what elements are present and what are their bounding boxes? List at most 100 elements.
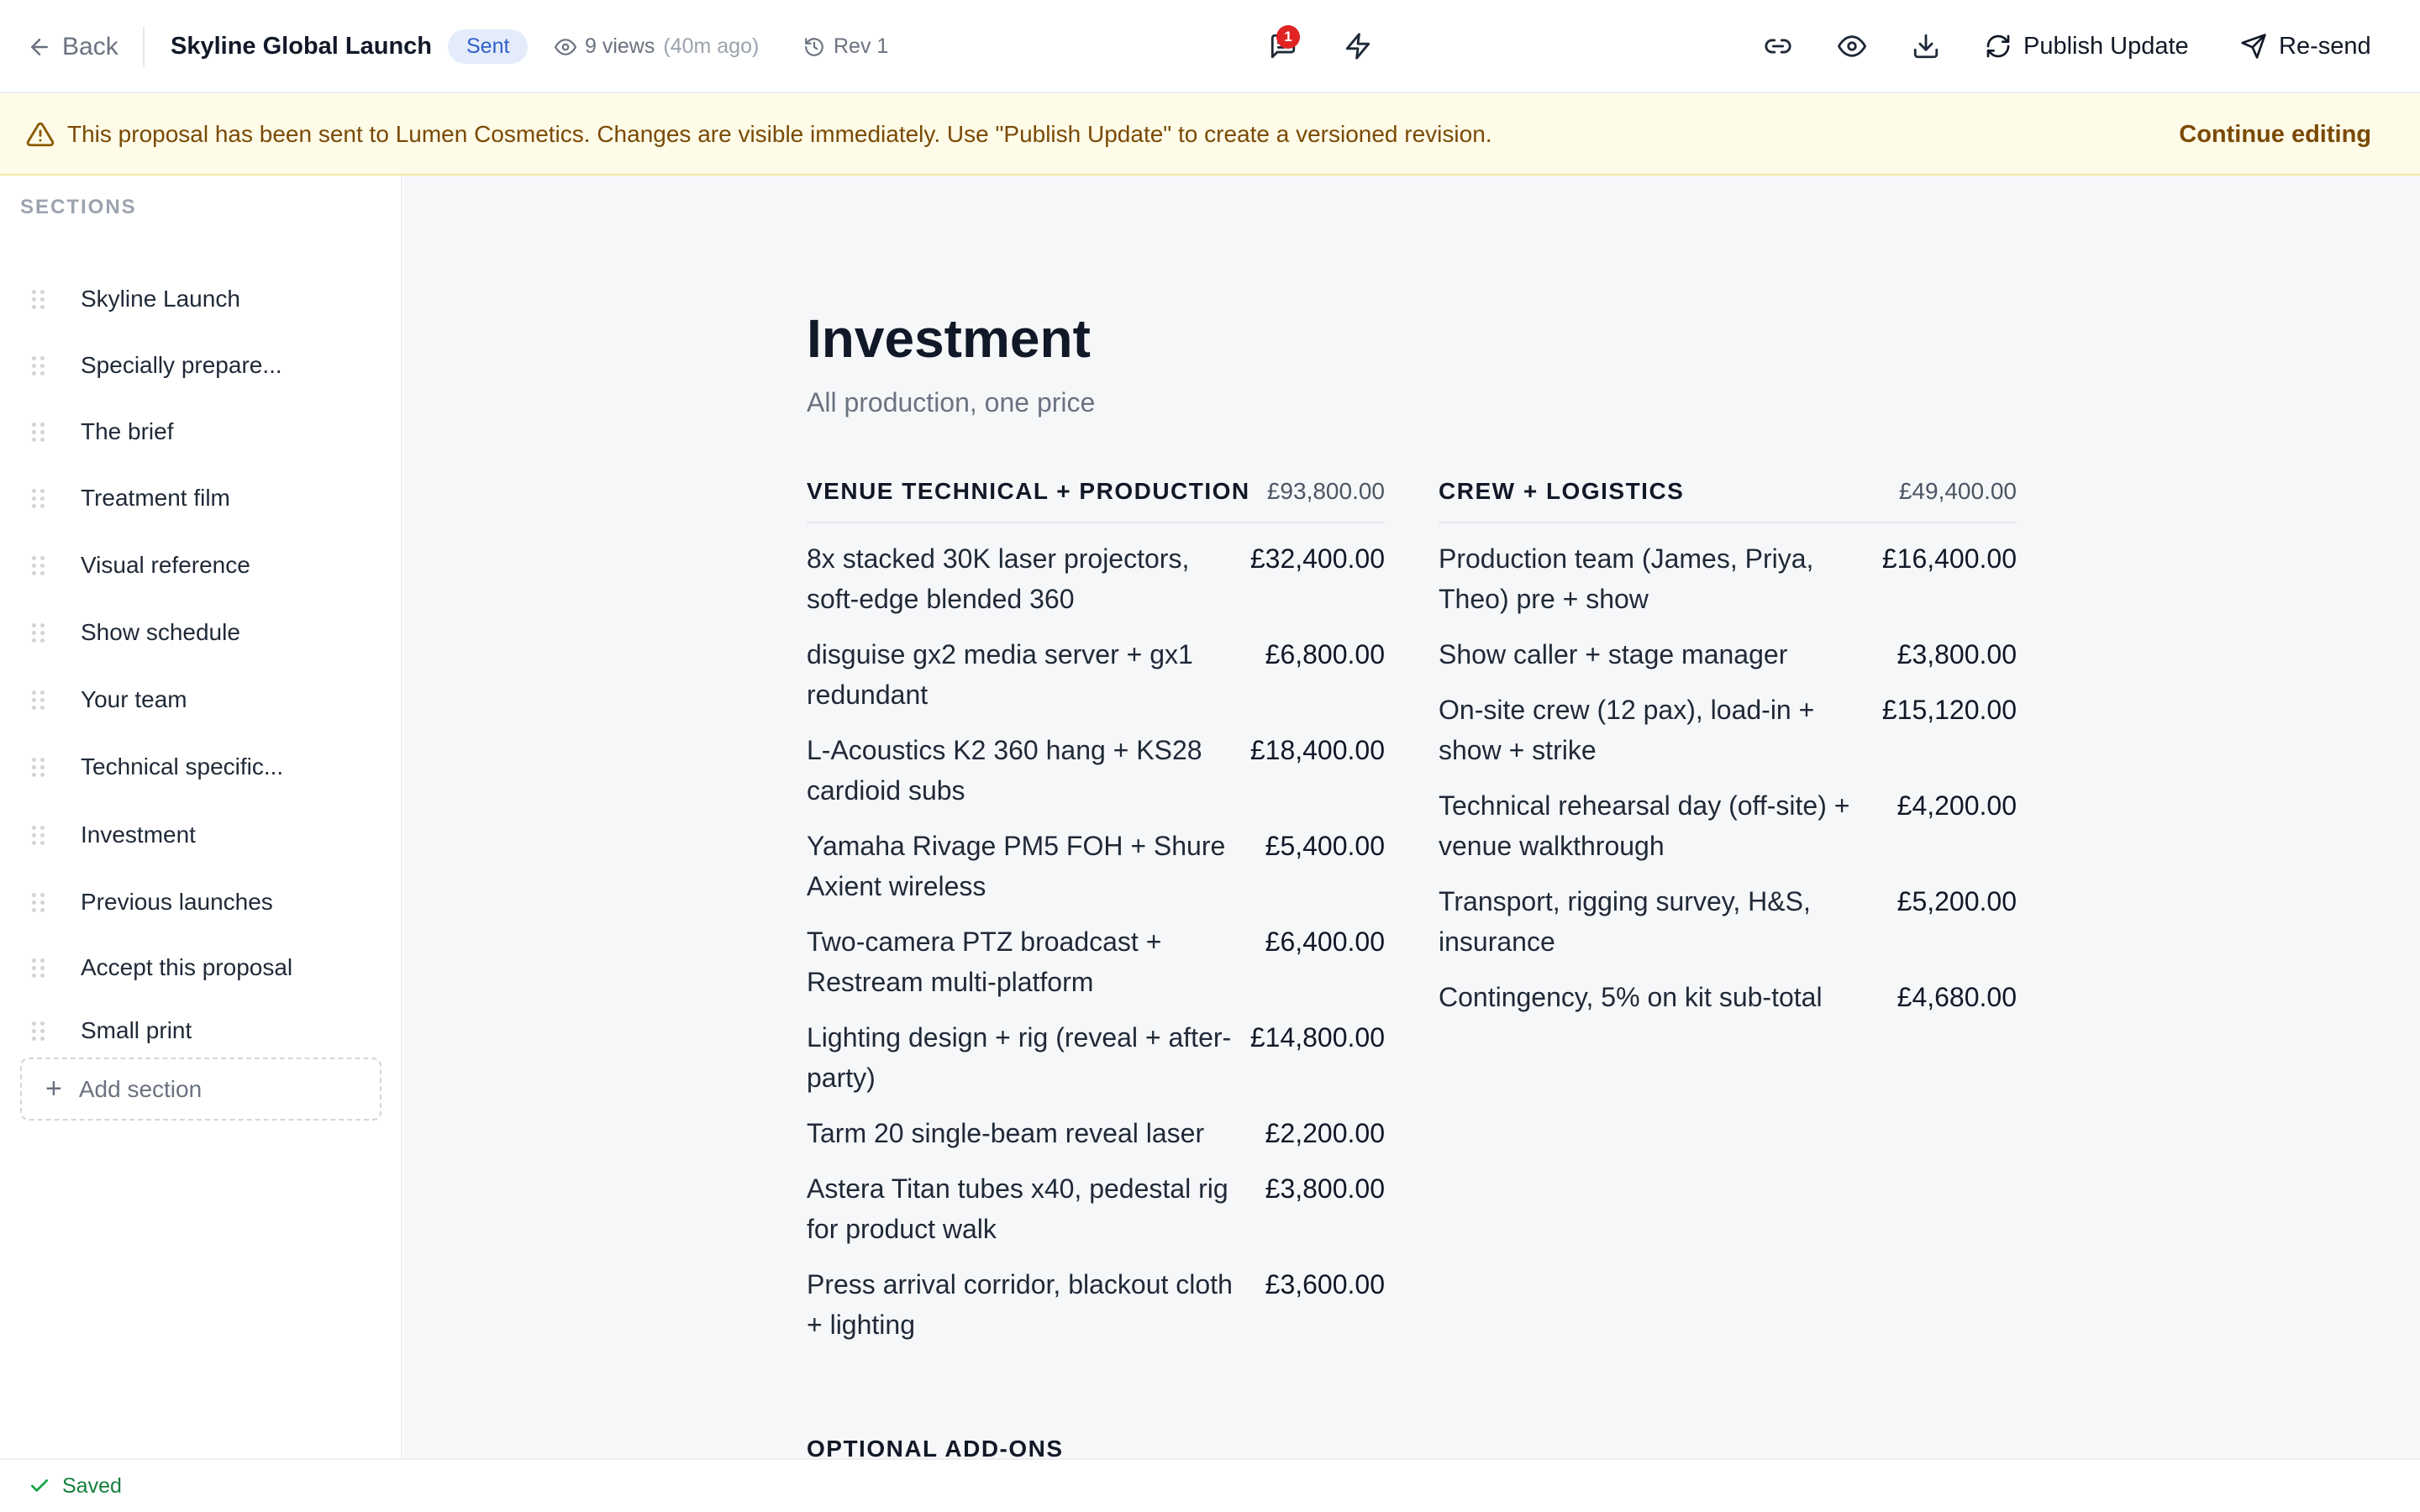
line-item[interactable]: Yamaha Rivage PM5 FOH + Shure Axient wir… [807, 826, 1385, 906]
drag-handle-icon[interactable] [32, 488, 52, 508]
line-item[interactable]: On-site crew (12 pax), load-in + show + … [1439, 690, 2017, 770]
resend-label: Re-send [2279, 32, 2371, 60]
pricing-group-name[interactable]: CREW + LOGISTICS [1439, 478, 1684, 505]
section-subtitle[interactable]: All production, one price [807, 387, 1095, 418]
sidebar-item-label: Accept this proposal [81, 954, 293, 980]
pricing-group-crew: CREW + LOGISTICS £49,400.00 Production t… [1439, 478, 2017, 1017]
continue-editing-button[interactable]: Continue editing [2179, 93, 2371, 176]
back-label: Back [62, 32, 118, 60]
line-item[interactable]: Production team (James, Priya, Theo) pre… [1439, 538, 2017, 619]
sidebar-item-label: Specially prepare... [81, 352, 282, 378]
line-item[interactable]: disguise gx2 media server + gx1 redundan… [807, 634, 1385, 715]
drag-handle-icon[interactable] [32, 757, 52, 777]
line-item-amount[interactable]: £2,200.00 [1265, 1113, 1385, 1153]
line-item[interactable]: Two-camera PTZ broadcast + Restream mult… [807, 921, 1385, 1002]
line-item[interactable]: 8x stacked 30K laser projectors, soft-ed… [807, 538, 1385, 619]
line-item-amount[interactable]: £3,600.00 [1265, 1264, 1385, 1345]
drag-handle-icon[interactable] [32, 422, 52, 442]
line-item-amount[interactable]: £3,800.00 [1265, 1168, 1385, 1249]
sidebar-item-label: Small print [81, 1017, 192, 1043]
sidebar-item-accept-proposal[interactable]: Accept this proposal [20, 942, 381, 993]
back-button[interactable]: Back [27, 0, 118, 93]
line-item-description[interactable]: 8x stacked 30K laser projectors, soft-ed… [807, 538, 1235, 619]
drag-handle-icon[interactable] [32, 958, 52, 978]
line-item-amount[interactable]: £6,800.00 [1265, 634, 1385, 715]
sidebar-item-visual-reference[interactable]: Visual reference [20, 540, 381, 591]
line-item-amount[interactable]: £18,400.00 [1250, 730, 1385, 811]
sidebar-item-skyline-launch[interactable]: Skyline Launch [20, 274, 381, 324]
drag-handle-icon[interactable] [32, 1021, 52, 1041]
drag-handle-icon[interactable] [32, 289, 52, 309]
copy-link-button[interactable] [1760, 28, 1797, 65]
line-item[interactable]: Press arrival corridor, blackout cloth +… [807, 1264, 1385, 1345]
sidebar-item-show-schedule[interactable]: Show schedule [20, 607, 381, 658]
line-item-description[interactable]: Press arrival corridor, blackout cloth +… [807, 1264, 1235, 1345]
line-item-description[interactable]: On-site crew (12 pax), load-in + show + … [1439, 690, 1867, 770]
download-button[interactable] [1907, 28, 1944, 65]
optional-addons-heading[interactable]: OPTIONAL ADD-ONS [807, 1436, 1064, 1458]
line-item-description[interactable]: Technical rehearsal day (off-site) + ven… [1439, 785, 1867, 866]
section-title[interactable]: Investment [807, 307, 1091, 370]
sidebar-item-label: Previous launches [81, 889, 273, 915]
line-item-description[interactable]: Yamaha Rivage PM5 FOH + Shure Axient wir… [807, 826, 1235, 906]
sidebar-item-your-team[interactable]: Your team [20, 675, 381, 725]
sidebar-item-specially-prepared[interactable]: Specially prepare... [20, 340, 381, 391]
pricing-group-header: CREW + LOGISTICS £49,400.00 [1439, 478, 2017, 523]
drag-handle-icon[interactable] [32, 690, 52, 710]
line-item[interactable]: Transport, rigging survey, H&S, insuranc… [1439, 881, 2017, 962]
pricing-group-total: £93,800.00 [1266, 478, 1385, 504]
line-item-description[interactable]: Show caller + stage manager [1439, 634, 1867, 675]
line-item-description[interactable]: Contingency, 5% on kit sub-total [1439, 977, 1867, 1017]
automation-button[interactable] [1339, 28, 1376, 65]
drag-handle-icon[interactable] [32, 555, 52, 575]
line-item-description[interactable]: Production team (James, Priya, Theo) pre… [1439, 538, 1867, 619]
line-item-amount[interactable]: £5,200.00 [1897, 881, 2017, 962]
proposal-canvas: Investment All production, one price VEN… [404, 176, 2420, 1458]
line-item[interactable]: Tarm 20 single-beam reveal laser £2,200.… [807, 1113, 1385, 1153]
line-item-description[interactable]: Transport, rigging survey, H&S, insuranc… [1439, 881, 1867, 962]
line-item-amount[interactable]: £16,400.00 [1882, 538, 2017, 619]
sidebar-item-the-brief[interactable]: The brief [20, 407, 381, 457]
sidebar-item-label: Your team [81, 686, 187, 712]
line-item[interactable]: Show caller + stage manager £3,800.00 [1439, 634, 2017, 675]
line-item-amount[interactable]: £14,800.00 [1250, 1017, 1385, 1098]
drag-handle-icon[interactable] [32, 355, 52, 375]
line-item-amount[interactable]: £4,200.00 [1897, 785, 2017, 866]
add-section-button[interactable]: + Add section [20, 1058, 381, 1121]
pricing-group-total: £49,400.00 [1898, 478, 2017, 504]
resend-button[interactable]: Re-send [2240, 28, 2371, 65]
line-item[interactable]: Technical rehearsal day (off-site) + ven… [1439, 785, 2017, 866]
line-item-description[interactable]: Two-camera PTZ broadcast + Restream mult… [807, 921, 1235, 1002]
sidebar-item-investment[interactable]: Investment [20, 810, 381, 860]
line-item-amount[interactable]: £3,800.00 [1897, 634, 2017, 675]
line-item[interactable]: Lighting design + rig (reveal + after-pa… [807, 1017, 1385, 1098]
sidebar-item-previous-launches[interactable]: Previous launches [20, 877, 381, 927]
drag-handle-icon[interactable] [32, 622, 52, 643]
line-item-amount[interactable]: £15,120.00 [1882, 690, 2017, 770]
line-item-description[interactable]: L-Acoustics K2 360 hang + KS28 cardioid … [807, 730, 1235, 811]
line-item-description[interactable]: Tarm 20 single-beam reveal laser [807, 1113, 1235, 1153]
drag-handle-icon[interactable] [32, 825, 52, 845]
line-item-description[interactable]: Astera Titan tubes x40, pedestal rig for… [807, 1168, 1235, 1249]
line-item[interactable]: Astera Titan tubes x40, pedestal rig for… [807, 1168, 1385, 1249]
drag-handle-icon[interactable] [32, 892, 52, 912]
line-item-amount[interactable]: £4,680.00 [1897, 977, 2017, 1017]
line-item-amount[interactable]: £6,400.00 [1265, 921, 1385, 1002]
views-indicator[interactable]: 9 views (40m ago) [555, 0, 759, 93]
pricing-group-name[interactable]: VENUE TECHNICAL + PRODUCTION [807, 478, 1250, 505]
sidebar-item-treatment-film[interactable]: Treatment film [20, 473, 381, 523]
line-item-amount[interactable]: £5,400.00 [1265, 826, 1385, 906]
line-item-amount[interactable]: £32,400.00 [1250, 538, 1385, 619]
line-item-description[interactable]: Lighting design + rig (reveal + after-pa… [807, 1017, 1235, 1098]
publish-update-button[interactable]: Publish Update [1985, 28, 2189, 65]
sidebar-item-technical-specification[interactable]: Technical specific... [20, 742, 381, 792]
line-item[interactable]: Contingency, 5% on kit sub-total £4,680.… [1439, 977, 2017, 1017]
preview-button[interactable] [1833, 28, 1870, 65]
sidebar-item-small-print[interactable]: Small print [20, 1005, 381, 1056]
views-count: 9 views [585, 34, 655, 58]
document-title[interactable]: Skyline Global Launch [171, 0, 432, 93]
revision-history-button[interactable]: Rev 1 [803, 0, 888, 93]
send-icon [2241, 34, 2266, 59]
line-item-description[interactable]: disguise gx2 media server + gx1 redundan… [807, 634, 1235, 715]
line-item[interactable]: L-Acoustics K2 360 hang + KS28 cardioid … [807, 730, 1385, 811]
